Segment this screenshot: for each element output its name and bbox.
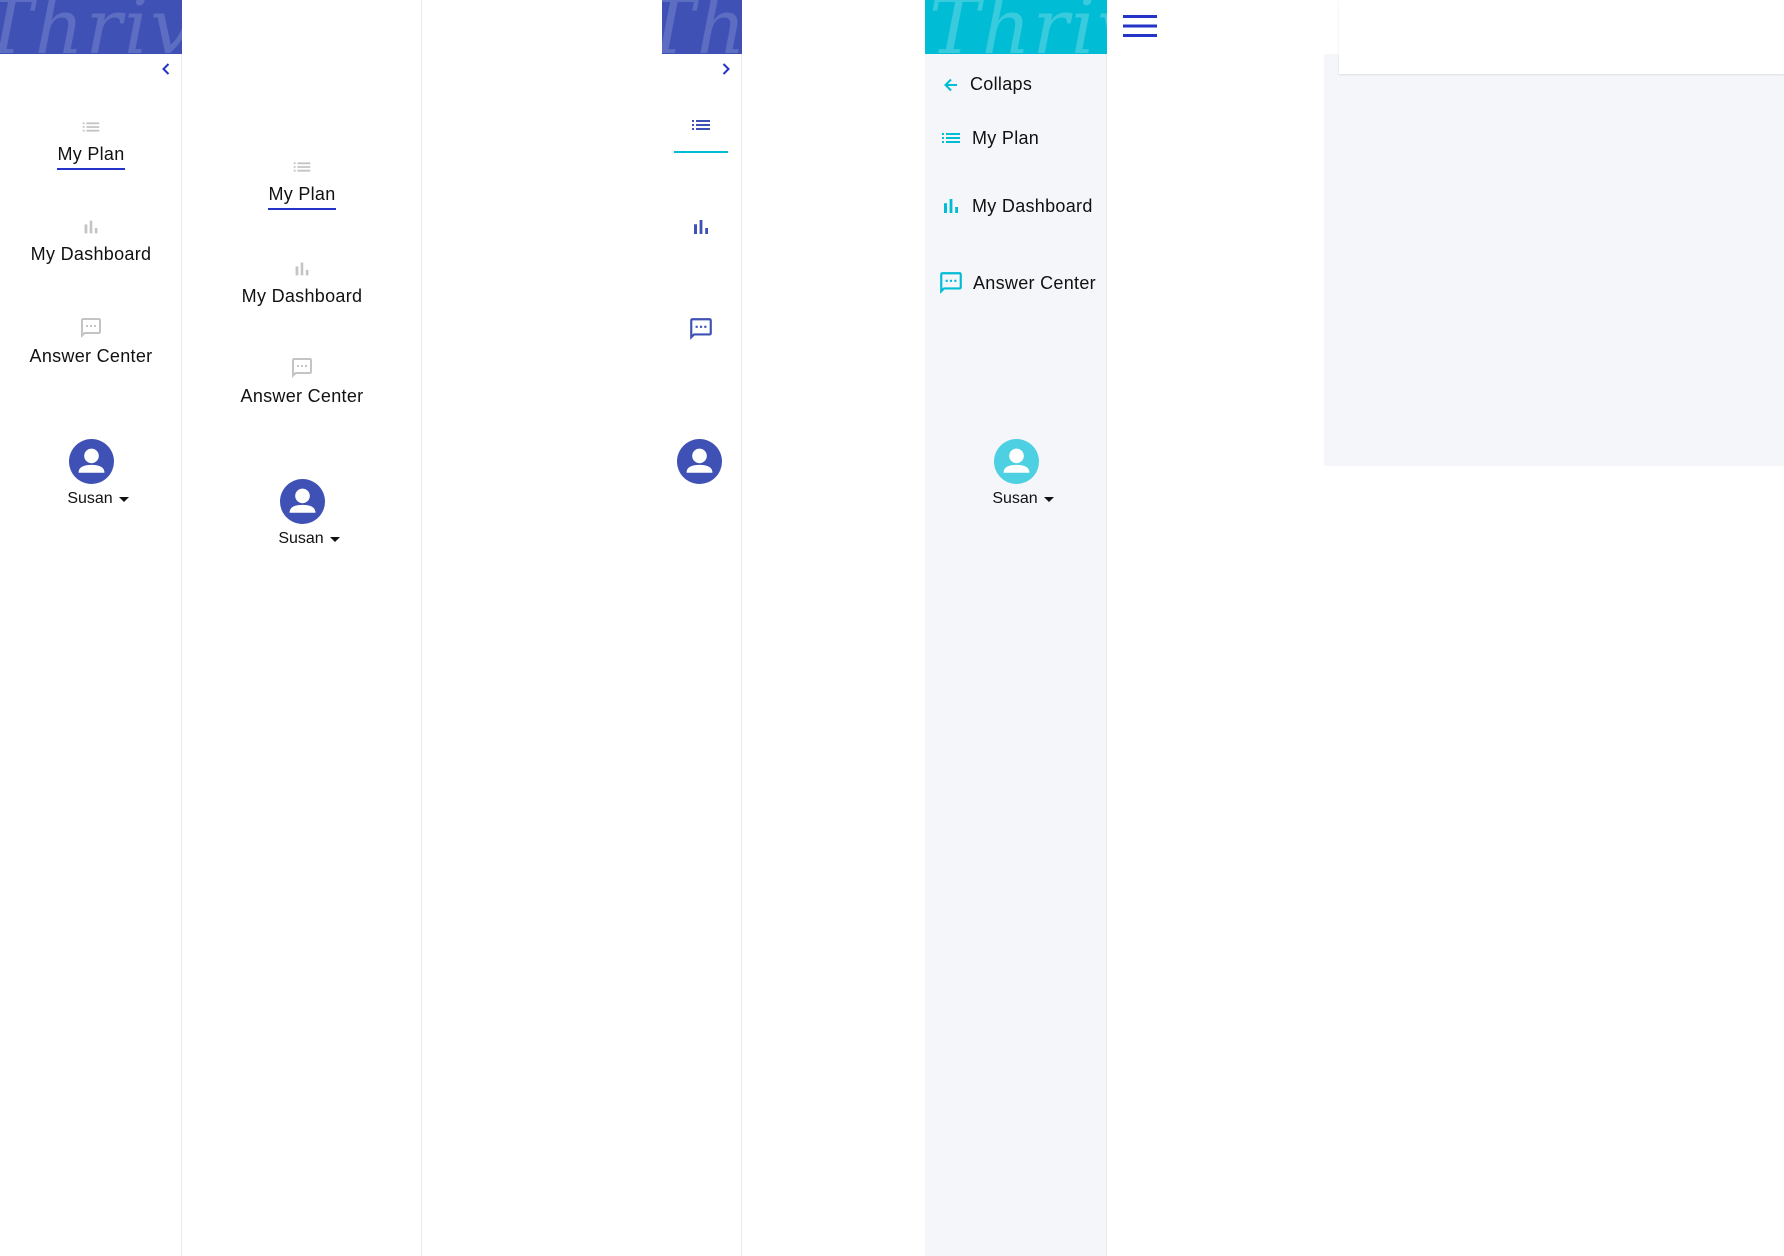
user-menu[interactable]: Susan — [182, 479, 422, 548]
nav-item-answer-center[interactable]: Answer Center — [182, 356, 422, 407]
nav-item-my-plan[interactable]: My Plan — [182, 156, 422, 210]
bar-chart-icon — [689, 215, 713, 239]
sidebar-rail-collapsed: Thrive — [662, 0, 742, 1256]
avatar-icon — [677, 439, 722, 484]
sidebar-panel-expanded: Thrive My Plan My Dashboard Answer Cente… — [0, 0, 182, 1256]
user-name: Susan — [67, 490, 113, 507]
brand-logo-text: Thrive — [0, 0, 182, 54]
avatar-icon — [69, 439, 114, 484]
rail-item-my-plan[interactable] — [674, 113, 728, 153]
nav-item-label: Answer Center — [240, 386, 364, 406]
chevron-left-icon — [162, 63, 170, 75]
bar-chart-icon — [80, 216, 102, 238]
rail-item-answer-center[interactable] — [674, 316, 728, 342]
caret-down-icon — [1043, 496, 1054, 502]
collapse-sidebar-button[interactable] — [158, 61, 174, 77]
sidebar-panel-plain: My Plan My Dashboard Answer Center Susan — [182, 0, 422, 1256]
nav-item-my-dashboard[interactable]: My Dashboard — [939, 194, 1093, 218]
bar-chart-icon — [291, 258, 313, 280]
brand-logo-text: Thrive — [662, 0, 742, 54]
caret-down-icon — [329, 536, 340, 542]
rail-item-my-dashboard[interactable] — [674, 215, 728, 239]
arrow-left-icon — [944, 78, 957, 91]
content-column — [423, 0, 663, 1256]
user-menu[interactable]: Susan — [0, 439, 182, 508]
nav-item-answer-center[interactable]: Answer Center — [938, 270, 1096, 296]
user-menu[interactable]: Susan — [925, 439, 1107, 508]
list-icon — [80, 116, 102, 138]
nav-item-label: My Plan — [972, 127, 1040, 148]
avatar-icon — [994, 439, 1039, 484]
list-icon — [939, 126, 963, 150]
expand-sidebar-button[interactable] — [718, 61, 734, 77]
nav-item-my-plan[interactable]: My Plan — [0, 116, 182, 170]
bar-chart-icon — [939, 194, 963, 218]
user-name: Susan — [992, 490, 1038, 507]
chat-icon — [79, 316, 103, 340]
hamburger-menu-icon — [1123, 15, 1157, 37]
brand-header: Thrive — [925, 0, 1107, 54]
user-name: Susan — [278, 530, 324, 547]
chat-icon — [290, 356, 314, 380]
list-icon — [291, 156, 313, 178]
nav-item-label: My Plan — [268, 184, 336, 210]
top-card — [1339, 0, 1784, 74]
chat-icon — [688, 316, 714, 342]
nav-item-label: My Dashboard — [972, 195, 1093, 216]
user-name-wrap: Susan — [278, 530, 340, 548]
nav-item-my-dashboard[interactable]: My Dashboard — [182, 258, 422, 307]
nav-item-my-dashboard[interactable]: My Dashboard — [0, 216, 182, 265]
user-name-wrap: Susan — [992, 490, 1054, 508]
nav-item-label: My Dashboard — [30, 244, 152, 264]
chevron-right-icon — [722, 63, 730, 75]
main-content-area — [1324, 54, 1784, 466]
chat-icon — [938, 270, 964, 296]
avatar-icon — [280, 479, 325, 524]
nav-item-label: My Dashboard — [241, 286, 363, 306]
nav-item-answer-center[interactable]: Answer Center — [0, 316, 182, 367]
collapse-label: Collaps — [970, 74, 1033, 94]
nav-item-my-plan[interactable]: My Plan — [939, 126, 1039, 150]
brand-header: Thrive — [662, 0, 742, 54]
brand-logo-text: Thrive — [929, 0, 1107, 54]
user-name-wrap: Susan — [67, 490, 129, 508]
hamburger-menu-button[interactable] — [1123, 14, 1157, 38]
nav-item-label: My Plan — [57, 144, 125, 170]
caret-down-icon — [118, 496, 129, 502]
nav-item-label: Answer Center — [973, 272, 1096, 293]
list-icon — [689, 113, 713, 137]
collapse-button[interactable]: Collaps — [941, 74, 1032, 95]
brand-header: Thrive — [0, 0, 182, 54]
sidebar-panel-cyan: Thrive Collaps My Plan My Dashboard Answ… — [925, 0, 1107, 1256]
nav-item-label: Answer Center — [29, 346, 153, 366]
user-avatar-button[interactable] — [677, 439, 722, 489]
